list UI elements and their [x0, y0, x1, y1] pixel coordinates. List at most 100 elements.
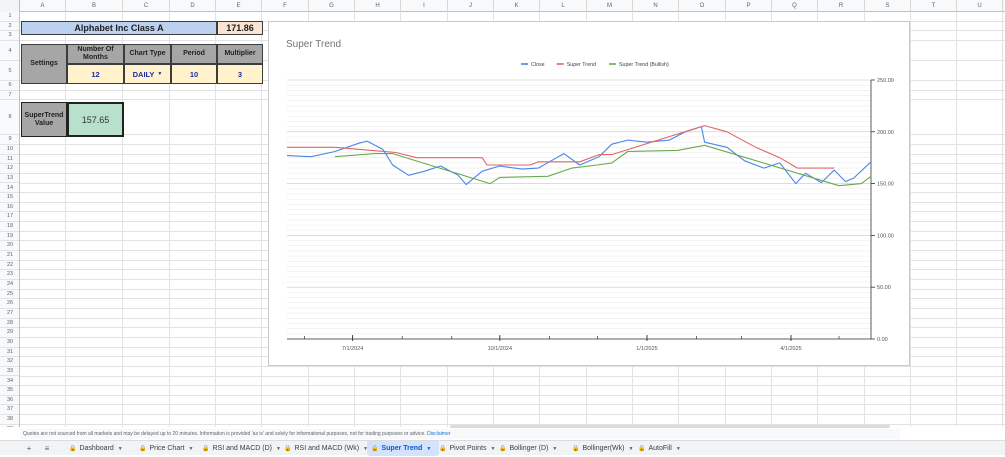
column-header-q[interactable]: Q — [772, 0, 818, 12]
chart-type-header-cell[interactable]: Chart Type — [124, 44, 171, 64]
stock-name-cell[interactable]: Alphabet Inc Class A — [21, 21, 217, 35]
grid-column-line — [1002, 12, 1003, 427]
column-header-o[interactable]: O — [679, 0, 726, 12]
row-header-25[interactable]: 25 — [0, 290, 19, 300]
sheet-tab-rsi-and-macd-d[interactable]: 🔒 RSI and MACD (D) ▼ — [198, 441, 284, 456]
row-header-27[interactable]: 27 — [0, 309, 19, 319]
row-header-28[interactable]: 28 — [0, 319, 19, 329]
supertrend-value-cell[interactable]: 157.65 — [67, 102, 124, 137]
column-header-s[interactable]: S — [865, 0, 911, 12]
chevron-down-icon[interactable]: ▼ — [426, 446, 431, 452]
multiplier-header-cell[interactable]: Multiplier — [217, 44, 263, 64]
chevron-down-icon[interactable]: ▼ — [552, 446, 557, 452]
row-header-21[interactable]: 21 — [0, 251, 19, 261]
row-header-30[interactable]: 30 — [0, 338, 19, 348]
add-sheet-button[interactable]: + — [22, 441, 36, 456]
column-header-i[interactable]: I — [401, 0, 448, 12]
grid-row-line — [20, 414, 1005, 416]
row-header-18[interactable]: 18 — [0, 222, 19, 232]
row-header-34[interactable]: 34 — [0, 377, 19, 387]
column-header-u[interactable]: U — [957, 0, 1003, 12]
row-header-14[interactable]: 14 — [0, 184, 19, 194]
row-header-11[interactable]: 11 — [0, 155, 19, 165]
column-header-c[interactable]: C — [123, 0, 170, 12]
chevron-down-icon[interactable]: ▼ — [118, 446, 123, 452]
row-header-10[interactable]: 10 — [0, 145, 19, 155]
row-header-37[interactable]: 37 — [0, 405, 19, 416]
row-header-19[interactable]: 19 — [0, 232, 19, 242]
column-header-g[interactable]: G — [309, 0, 355, 12]
row-header-13[interactable]: 13 — [0, 174, 19, 184]
supertrend-label-cell[interactable]: SuperTrend Value — [21, 102, 67, 137]
row-header-3[interactable]: 3 — [0, 31, 19, 41]
row-header-12[interactable]: 12 — [0, 164, 19, 174]
sheet-tab-autofill[interactable]: 🔒 AutoFill ▼ — [634, 441, 686, 456]
row-header-1[interactable]: 1 — [0, 12, 19, 22]
horizontal-scrollbar[interactable] — [450, 425, 890, 428]
months-value-cell[interactable]: 12 — [67, 64, 124, 84]
row-header-6[interactable]: 6 — [0, 81, 19, 91]
row-header-32[interactable]: 32 — [0, 357, 19, 367]
row-header-17[interactable]: 17 — [0, 212, 19, 223]
chart-type-dropdown[interactable]: DAILY ▼ — [124, 64, 171, 84]
column-header-k[interactable]: K — [494, 0, 540, 12]
row-header-5[interactable]: 5 — [0, 61, 19, 81]
sheet-tab-label: RSI and MACD (D) — [212, 445, 272, 452]
row-header-36[interactable]: 36 — [0, 396, 19, 406]
column-header-m[interactable]: M — [587, 0, 633, 12]
row-header-33[interactable]: 33 — [0, 367, 19, 377]
row-header-8[interactable]: 8 — [0, 100, 19, 136]
column-header-b[interactable]: B — [66, 0, 123, 12]
sheet-tab-rsi-and-macd-wk[interactable]: 🔒 RSI and MACD (Wk) ▼ — [280, 441, 371, 456]
row-header-7[interactable]: 7 — [0, 91, 19, 101]
row-header-15[interactable]: 15 — [0, 193, 19, 203]
settings-label-cell[interactable]: Settings — [21, 44, 67, 84]
column-header-n[interactable]: N — [633, 0, 679, 12]
row-header-31[interactable]: 31 — [0, 348, 19, 358]
sheet-tab-pivot-points[interactable]: 🔒 Pivot Points ▼ — [435, 441, 499, 456]
select-all-corner[interactable] — [0, 0, 20, 12]
row-header-2[interactable]: 2 — [0, 22, 19, 32]
grid-row-line — [20, 404, 1005, 406]
row-header-39[interactable]: 39 — [0, 425, 19, 427]
row-header-20[interactable]: 20 — [0, 241, 19, 252]
row-header-24[interactable]: 24 — [0, 280, 19, 290]
column-header-l[interactable]: L — [540, 0, 587, 12]
multiplier-value-cell[interactable]: 3 — [217, 64, 263, 84]
column-header-e[interactable]: E — [216, 0, 262, 12]
column-header-d[interactable]: D — [170, 0, 216, 12]
chevron-down-icon[interactable]: ▼ — [629, 446, 634, 452]
column-header-h[interactable]: H — [355, 0, 401, 12]
column-header-f[interactable]: F — [262, 0, 309, 12]
super-trend-chart[interactable]: Super Trend 0.00 50.00 100.00 150.00 200.00 2… — [268, 21, 910, 366]
row-header-4[interactable]: 4 — [0, 41, 19, 61]
chevron-down-icon[interactable]: ▼ — [676, 446, 681, 452]
column-header-p[interactable]: P — [726, 0, 772, 12]
sheet-tab-super-trend[interactable]: 🔒 Super Trend ▼ — [367, 441, 439, 456]
chevron-down-icon[interactable]: ▼ — [189, 446, 194, 452]
sheet-tab-bollinger-wk[interactable]: 🔒 Bollinger(Wk) ▼ — [568, 441, 638, 456]
row-header-9[interactable]: 9 — [0, 135, 19, 145]
row-header-23[interactable]: 23 — [0, 270, 19, 280]
x-tick-label: 1/1/2025 — [636, 346, 657, 352]
y-tick-label: 50.00 — [877, 285, 891, 291]
column-header-j[interactable]: J — [448, 0, 494, 12]
period-header-cell[interactable]: Period — [171, 44, 217, 64]
row-header-22[interactable]: 22 — [0, 261, 19, 271]
row-header-38[interactable]: 38 — [0, 415, 19, 425]
sheet-tab-bollinger-d[interactable]: 🔒 Bollinger (D) ▼ — [495, 441, 572, 456]
period-value-cell[interactable]: 10 — [171, 64, 217, 84]
column-header-a[interactable]: A — [20, 0, 66, 12]
sheet-tab-price-chart[interactable]: 🔒 Price Chart ▼ — [135, 441, 202, 456]
sheet-tab-dashboard[interactable]: 🔒 Dashboard ▼ — [65, 441, 139, 456]
months-header-cell[interactable]: Number Of Months — [67, 44, 124, 64]
all-sheets-menu-icon[interactable]: ≡ — [40, 441, 54, 456]
column-header-t[interactable]: T — [911, 0, 957, 12]
disclaimer-link[interactable]: Disclaimer — [427, 431, 450, 437]
column-header-r[interactable]: R — [818, 0, 865, 12]
row-header-26[interactable]: 26 — [0, 299, 19, 309]
stock-price-cell[interactable]: 171.86 — [217, 21, 263, 35]
row-header-29[interactable]: 29 — [0, 328, 19, 338]
row-header-35[interactable]: 35 — [0, 386, 19, 396]
row-header-16[interactable]: 16 — [0, 203, 19, 213]
